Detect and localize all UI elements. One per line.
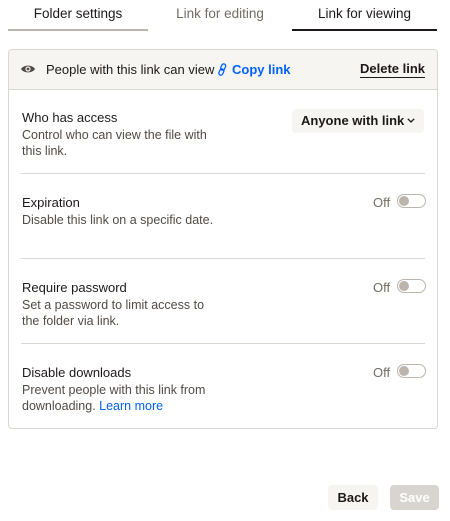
who-has-access-description: Control who can view the file with this … bbox=[22, 128, 207, 158]
expiration-toggle[interactable] bbox=[397, 194, 426, 208]
downloads-state-label: Off bbox=[373, 365, 391, 380]
tab-label: Link for editing bbox=[176, 6, 264, 21]
expiration-description: Disable this link on a specific date. bbox=[22, 213, 214, 227]
expiration-state-label: Off bbox=[373, 195, 391, 210]
expiration-title: Expiration bbox=[22, 195, 80, 210]
link-permission-text: People with this link can view bbox=[46, 62, 215, 77]
toggle-knob bbox=[399, 366, 409, 376]
link-settings-card: People with this link can view Copy link… bbox=[8, 49, 438, 429]
toggle-knob bbox=[399, 281, 409, 291]
tab-folder-settings[interactable]: Folder settings bbox=[8, 0, 148, 31]
tab-link-for-viewing[interactable]: Link for viewing bbox=[292, 0, 437, 31]
password-state-label: Off bbox=[373, 280, 391, 295]
downloads-toggle[interactable] bbox=[397, 364, 426, 378]
require-password-description: Set a password to limit access to the fo… bbox=[22, 298, 205, 328]
link-header: People with this link can view Copy link… bbox=[9, 50, 437, 90]
tab-bar: Folder settings Link for editing Link fo… bbox=[0, 0, 450, 31]
save-button[interactable]: Save bbox=[390, 485, 439, 510]
copy-link-button[interactable]: Copy link bbox=[232, 62, 291, 77]
active-tab-underline bbox=[292, 29, 437, 31]
divider bbox=[21, 173, 425, 174]
link-icon[interactable] bbox=[217, 63, 228, 76]
tab-label: Link for viewing bbox=[317, 6, 412, 21]
toggle-knob bbox=[399, 196, 409, 206]
tab-label: Folder settings bbox=[33, 6, 123, 21]
access-dropdown[interactable]: Anyone with link bbox=[292, 109, 424, 133]
require-password-title: Require password bbox=[22, 280, 127, 295]
divider bbox=[21, 258, 425, 259]
delete-link-button[interactable]: Delete link bbox=[360, 61, 426, 78]
tab-underline bbox=[8, 29, 148, 31]
disable-downloads-title: Disable downloads bbox=[22, 365, 132, 380]
chevron-down-icon bbox=[407, 118, 415, 123]
eye-icon bbox=[21, 65, 35, 73]
tab-link-for-editing[interactable]: Link for editing bbox=[150, 0, 290, 31]
learn-more-link[interactable]: Learn more bbox=[99, 399, 163, 413]
divider bbox=[21, 343, 425, 344]
access-dropdown-value: Anyone with link bbox=[301, 113, 405, 128]
who-has-access-title: Who has access bbox=[22, 110, 118, 125]
password-toggle[interactable] bbox=[397, 279, 426, 293]
back-button[interactable]: Back bbox=[328, 485, 378, 510]
disable-downloads-description-block: Prevent people with this link from downl… bbox=[22, 382, 212, 414]
